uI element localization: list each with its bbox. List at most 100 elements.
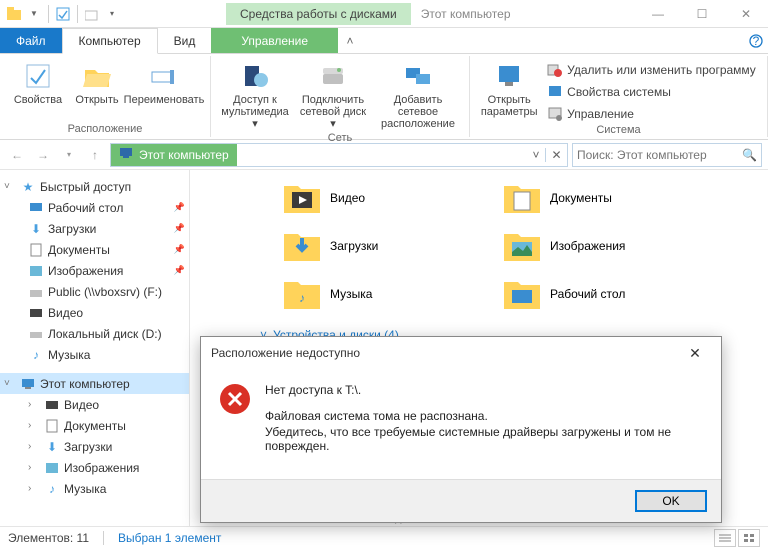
sidebar-tp-documents[interactable]: ›Документы (0, 415, 189, 436)
status-bar: Элементов: 11 Выбран 1 элемент (0, 526, 768, 548)
music-icon: ♪ (44, 481, 60, 497)
ribbon-tabs: Файл Компьютер Вид Управление ˄ ? (0, 28, 768, 54)
downloads-folder-icon (282, 228, 322, 264)
tab-computer[interactable]: Компьютер (62, 28, 158, 54)
sidebar-tp-video[interactable]: ›Видео (0, 394, 189, 415)
title-bar: ▼ ▾ Средства работы с дисками Этот компь… (0, 0, 768, 28)
sidebar-tp-downloads[interactable]: ›⬇Загрузки (0, 436, 189, 457)
window-title: Этот компьютер (421, 7, 511, 21)
search-box[interactable]: 🔍 (572, 143, 762, 167)
folder-documents[interactable]: Документы (500, 178, 700, 218)
sidebar-this-pc[interactable]: ˅ Этот компьютер (0, 373, 189, 394)
manage-icon (547, 106, 563, 122)
music-icon: ♪ (28, 347, 44, 363)
video-icon (44, 397, 60, 413)
view-icons-button[interactable] (738, 529, 760, 547)
system-props-icon (547, 84, 563, 100)
tab-file[interactable]: Файл (0, 28, 62, 53)
downloads-icon: ⬇ (28, 221, 44, 237)
pictures-icon (44, 460, 60, 476)
minimize-button[interactable]: — (636, 0, 680, 28)
sidebar-video[interactable]: Видео (0, 302, 189, 323)
sidebar-documents[interactable]: Документы📌 (0, 239, 189, 260)
recent-dropdown[interactable]: ▾ (58, 144, 80, 166)
up-button[interactable]: ↑ (84, 144, 106, 166)
documents-folder-icon (502, 180, 542, 216)
dialog-close-button[interactable]: ✕ (679, 345, 711, 362)
open-folder-icon (81, 60, 113, 92)
expand-icon[interactable]: ˅ (4, 378, 16, 389)
ribbon-group-network: Доступ к мультимедиа ▾ Подключить сетево… (211, 56, 470, 137)
pictures-folder-icon (502, 228, 542, 264)
qat-dropdown-icon[interactable]: ▼ (26, 6, 42, 22)
open-button[interactable]: Открыть (72, 58, 122, 108)
navigation-pane: ˅ ★ Быстрый доступ Рабочий стол📌 ⬇Загруз… (0, 170, 190, 526)
sidebar-quick-access[interactable]: ˅ ★ Быстрый доступ (0, 176, 189, 197)
collapse-ribbon-icon[interactable]: ˄ (338, 28, 362, 53)
drive-icon (28, 326, 44, 342)
properties-button[interactable]: Свойства (6, 58, 70, 108)
add-network-location-button[interactable]: Добавить сетевое расположение (373, 58, 463, 132)
explorer-icon (6, 6, 22, 22)
search-icon[interactable]: 🔍 (742, 148, 757, 162)
uninstall-program-button[interactable]: Удалить или изменить программу (543, 60, 760, 80)
network-drive-icon (317, 60, 349, 92)
documents-icon (28, 242, 44, 258)
open-settings-button[interactable]: Открыть параметры (477, 58, 541, 120)
close-button[interactable]: ✕ (724, 0, 768, 28)
tab-manage[interactable]: Управление (211, 28, 338, 53)
back-button[interactable]: ← (6, 144, 28, 166)
folder-desktop[interactable]: Рабочий стол (500, 274, 700, 314)
documents-icon (44, 418, 60, 434)
status-selected: Выбран 1 элемент (118, 531, 221, 545)
pictures-icon (28, 263, 44, 279)
context-tab-drive-tools: Средства работы с дисками (226, 3, 411, 25)
sidebar-desktop[interactable]: Рабочий стол📌 (0, 197, 189, 218)
manage-button[interactable]: Управление (543, 104, 760, 124)
system-properties-button[interactable]: Свойства системы (543, 82, 760, 102)
dialog-title-bar: Расположение недоступно ✕ (201, 337, 721, 369)
dialog-message-1: Нет доступа к T:\. (265, 383, 703, 397)
properties-qat-icon[interactable] (55, 6, 71, 22)
maximize-button[interactable]: ☐ (680, 0, 724, 28)
folder-music[interactable]: ♪ Музыка (280, 274, 480, 314)
error-icon (219, 383, 251, 415)
media-access-button[interactable]: Доступ к мультимедиа ▾ (217, 58, 293, 132)
error-dialog: Расположение недоступно ✕ Нет доступа к … (200, 336, 722, 523)
tab-view[interactable]: Вид (158, 28, 212, 53)
sidebar-public[interactable]: Public (\\vboxsrv) (F:) (0, 281, 189, 302)
qat-customize-icon[interactable]: ▾ (104, 6, 120, 22)
ribbon-group-location: Свойства Открыть Переименовать Расположе… (0, 56, 211, 137)
sidebar-tp-music[interactable]: ›♪Музыка (0, 478, 189, 499)
quick-access-toolbar: ▼ ▾ (0, 5, 126, 23)
sidebar-tp-pictures[interactable]: ›Изображения (0, 457, 189, 478)
sidebar-music[interactable]: ♪Музыка (0, 344, 189, 365)
expand-icon[interactable]: ˅ (4, 181, 16, 192)
forward-button[interactable]: → (32, 144, 54, 166)
address-bar[interactable]: Этот компьютер ˅ ✕ (110, 143, 568, 167)
dialog-message-2: Файловая система тома не распознана. (265, 409, 703, 423)
ok-button[interactable]: OK (635, 490, 707, 512)
sidebar-pictures[interactable]: Изображения📌 (0, 260, 189, 281)
rename-button[interactable]: Переименовать (124, 58, 204, 108)
folder-video[interactable]: Видео (280, 178, 480, 218)
music-folder-icon: ♪ (282, 276, 322, 312)
refresh-button[interactable]: ✕ (545, 148, 567, 162)
new-folder-qat-icon[interactable] (84, 6, 100, 22)
downloads-icon: ⬇ (44, 439, 60, 455)
dialog-title: Расположение недоступно (211, 346, 360, 360)
sidebar-local-disk[interactable]: Локальный диск (D:) (0, 323, 189, 344)
view-details-button[interactable] (714, 529, 736, 547)
video-folder-icon (282, 180, 322, 216)
address-dropdown-icon[interactable]: ˅ (527, 148, 545, 162)
map-drive-button[interactable]: Подключить сетевой диск ▾ (295, 58, 371, 132)
this-pc-tree-icon (20, 376, 36, 392)
settings-icon (493, 60, 525, 92)
folder-downloads[interactable]: Загрузки (280, 226, 480, 266)
help-icon[interactable]: ? (744, 28, 768, 53)
folder-pictures[interactable]: Изображения (500, 226, 700, 266)
network-share-icon (28, 284, 44, 300)
search-input[interactable] (577, 148, 742, 162)
dialog-message-3: Убедитесь, что все требуемые системные д… (265, 425, 703, 453)
sidebar-downloads[interactable]: ⬇Загрузки📌 (0, 218, 189, 239)
